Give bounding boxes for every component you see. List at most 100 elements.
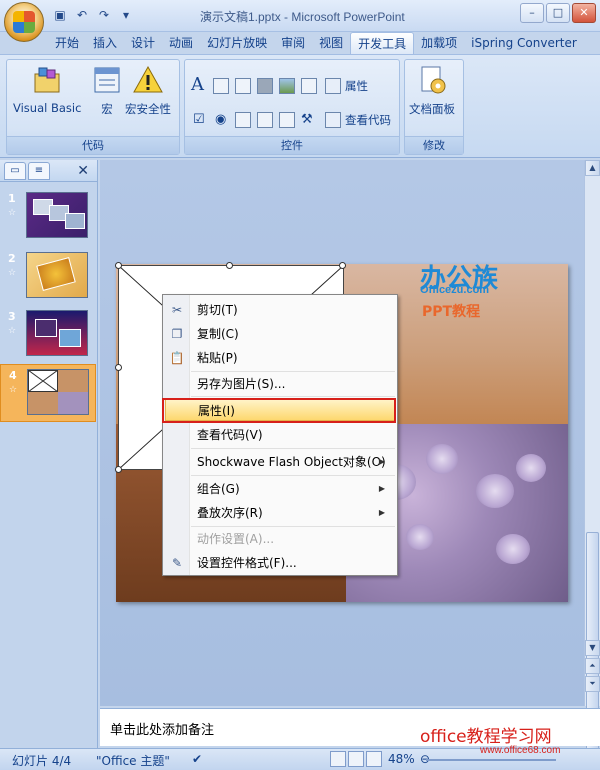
slide-sorter-view-button[interactable] xyxy=(348,751,364,767)
properties-button[interactable]: 属性 xyxy=(325,78,368,94)
label-control[interactable]: A xyxy=(191,74,204,95)
visual-basic-icon xyxy=(31,64,63,96)
maximize-button[interactable]: □ xyxy=(546,3,570,23)
menu-item-order[interactable]: 叠放次序(R) ▶ xyxy=(165,502,395,524)
menu-item-cut[interactable]: ✂ 剪切(T) xyxy=(165,299,395,321)
slides-tab[interactable]: ▭ xyxy=(4,161,26,180)
macros-icon xyxy=(91,64,123,96)
resize-handle[interactable] xyxy=(115,466,122,473)
tab-ispring[interactable]: iSpring Converter xyxy=(464,32,584,54)
save-icon[interactable]: ▣ xyxy=(52,7,68,23)
menu-item-group[interactable]: 组合(G) ▶ xyxy=(165,478,395,500)
tools-icon: ⚒ xyxy=(301,112,313,127)
redo-icon[interactable]: ↷ xyxy=(96,7,112,23)
list-box-control[interactable] xyxy=(235,112,251,128)
zoom-level[interactable]: 48% xyxy=(388,752,415,766)
menu-item-flash-object[interactable]: Shockwave Flash Object对象(O) ▶ xyxy=(165,451,395,473)
tab-design[interactable]: 设计 xyxy=(124,32,162,54)
modify-group-label: 修改 xyxy=(405,136,463,154)
image-icon xyxy=(279,78,295,94)
animation-star-icon: ☆ xyxy=(8,208,17,218)
normal-view-button[interactable] xyxy=(330,751,346,767)
checkbox-icon: ☑ xyxy=(193,112,205,127)
spin-button-icon xyxy=(235,78,251,94)
paste-icon: 📋 xyxy=(169,351,185,365)
watermark-title: office教程学习网 xyxy=(420,727,552,747)
animation-star-icon: ☆ xyxy=(8,268,17,278)
close-button[interactable]: ✕ xyxy=(572,3,596,23)
combo-box-icon xyxy=(279,112,295,128)
textbox-control[interactable] xyxy=(213,78,229,94)
ribbon: Visual Basic 宏 宏安全性 代码 A 属性 ☑ ◉ ⚒ 查看代码 控… xyxy=(0,54,600,158)
controls-group-label: 控件 xyxy=(185,136,399,154)
macros-button[interactable]: 宏 xyxy=(91,64,123,117)
window-controls: – □ ✕ xyxy=(520,3,596,23)
tab-developer[interactable]: 开发工具 xyxy=(350,32,415,54)
animation-star-icon: ☆ xyxy=(8,326,17,336)
command-button-control[interactable] xyxy=(257,78,273,94)
scroll-down-arrow-icon[interactable]: ▼ xyxy=(585,640,600,656)
notes-placeholder: 单击此处添加备注 xyxy=(110,723,215,738)
menu-separator xyxy=(191,371,395,372)
submenu-arrow-icon: ▶ xyxy=(378,484,385,493)
slide-thumbnail[interactable]: 1 ☆ xyxy=(0,188,96,244)
slide-2-preview xyxy=(26,252,88,298)
slideshow-view-button[interactable] xyxy=(366,751,382,767)
resize-handle[interactable] xyxy=(339,262,346,269)
scroll-up-arrow-icon[interactable]: ▲ xyxy=(585,160,600,176)
visual-basic-button[interactable]: Visual Basic xyxy=(13,64,81,115)
spin-control[interactable] xyxy=(235,78,251,94)
watermark-url: www.office68.com xyxy=(480,745,561,756)
menu-separator xyxy=(191,448,395,449)
toggle-button-control[interactable] xyxy=(257,112,273,128)
image-control[interactable] xyxy=(279,78,295,94)
slide-thumbnail[interactable]: 2 ☆ xyxy=(0,248,96,304)
view-code-icon xyxy=(325,112,341,128)
tab-review[interactable]: 审阅 xyxy=(274,32,312,54)
brand-subtitle: PPT教程 xyxy=(422,304,481,320)
undo-icon[interactable]: ↶ xyxy=(74,7,90,23)
option-button-control[interactable]: ◉ xyxy=(215,112,226,127)
submenu-arrow-icon: ▶ xyxy=(378,457,385,466)
tab-slideshow[interactable]: 幻灯片放映 xyxy=(200,32,274,54)
more-controls-button[interactable]: ⚒ xyxy=(301,112,313,127)
scrollbar-control[interactable] xyxy=(301,78,317,94)
pane-tabs: ▭ ≡ ✕ xyxy=(0,160,97,182)
context-menu: ✂ 剪切(T) ❐ 复制(C) 📋 粘贴(P) 另存为图片(S)... 属性(I… xyxy=(162,294,398,576)
tab-animations[interactable]: 动画 xyxy=(162,32,200,54)
document-panel-button[interactable]: 文档面板 xyxy=(409,64,455,117)
office-button[interactable] xyxy=(4,2,44,42)
menu-item-view-code[interactable]: 查看代码(V) xyxy=(165,424,395,446)
combo-box-control[interactable] xyxy=(279,112,295,128)
resize-handle[interactable] xyxy=(115,262,122,269)
resize-handle[interactable] xyxy=(115,364,122,371)
quick-access-toolbar: ▣ ↶ ↷ ▾ xyxy=(52,7,134,23)
next-slide-icon[interactable]: ⏷ xyxy=(585,676,600,692)
customize-qat-icon[interactable]: ▾ xyxy=(118,7,134,23)
outline-tab[interactable]: ≡ xyxy=(28,161,50,180)
zoom-slider[interactable] xyxy=(426,759,556,761)
submenu-arrow-icon: ▶ xyxy=(378,508,385,517)
resize-handle[interactable] xyxy=(226,262,233,269)
view-code-button[interactable]: 查看代码 xyxy=(325,112,391,128)
slide-thumbnail-selected[interactable]: 4 ☆ xyxy=(0,364,96,422)
menu-item-copy[interactable]: ❐ 复制(C) xyxy=(165,323,395,345)
checkbox-control[interactable]: ☑ xyxy=(193,112,205,127)
title-bar: ▣ ↶ ↷ ▾ 演示文稿1.pptx - Microsoft PowerPoin… xyxy=(0,0,600,32)
menu-item-paste[interactable]: 📋 粘贴(P) xyxy=(165,347,395,369)
minimize-button[interactable]: – xyxy=(520,3,544,23)
tab-addins[interactable]: 加载项 xyxy=(414,32,464,54)
slide-thumbnail[interactable]: 3 ☆ xyxy=(0,306,96,362)
menu-item-format-control[interactable]: ✎ 设置控件格式(F)... xyxy=(165,552,395,574)
spell-check-icon[interactable]: ✔ xyxy=(192,752,202,766)
previous-slide-icon[interactable]: ⏶ xyxy=(585,658,600,674)
tab-view[interactable]: 视图 xyxy=(312,32,350,54)
tab-home[interactable]: 开始 xyxy=(48,32,86,54)
tab-insert[interactable]: 插入 xyxy=(86,32,124,54)
office-logo-icon xyxy=(13,11,35,33)
vertical-scrollbar[interactable]: ▲ ▼ ⏶ ⏷ xyxy=(584,160,600,770)
macro-security-button[interactable]: 宏安全性 xyxy=(125,64,171,117)
close-pane-icon[interactable]: ✕ xyxy=(77,163,89,179)
document-panel-icon xyxy=(416,64,448,96)
menu-item-save-as-picture[interactable]: 另存为图片(S)... xyxy=(165,373,395,395)
